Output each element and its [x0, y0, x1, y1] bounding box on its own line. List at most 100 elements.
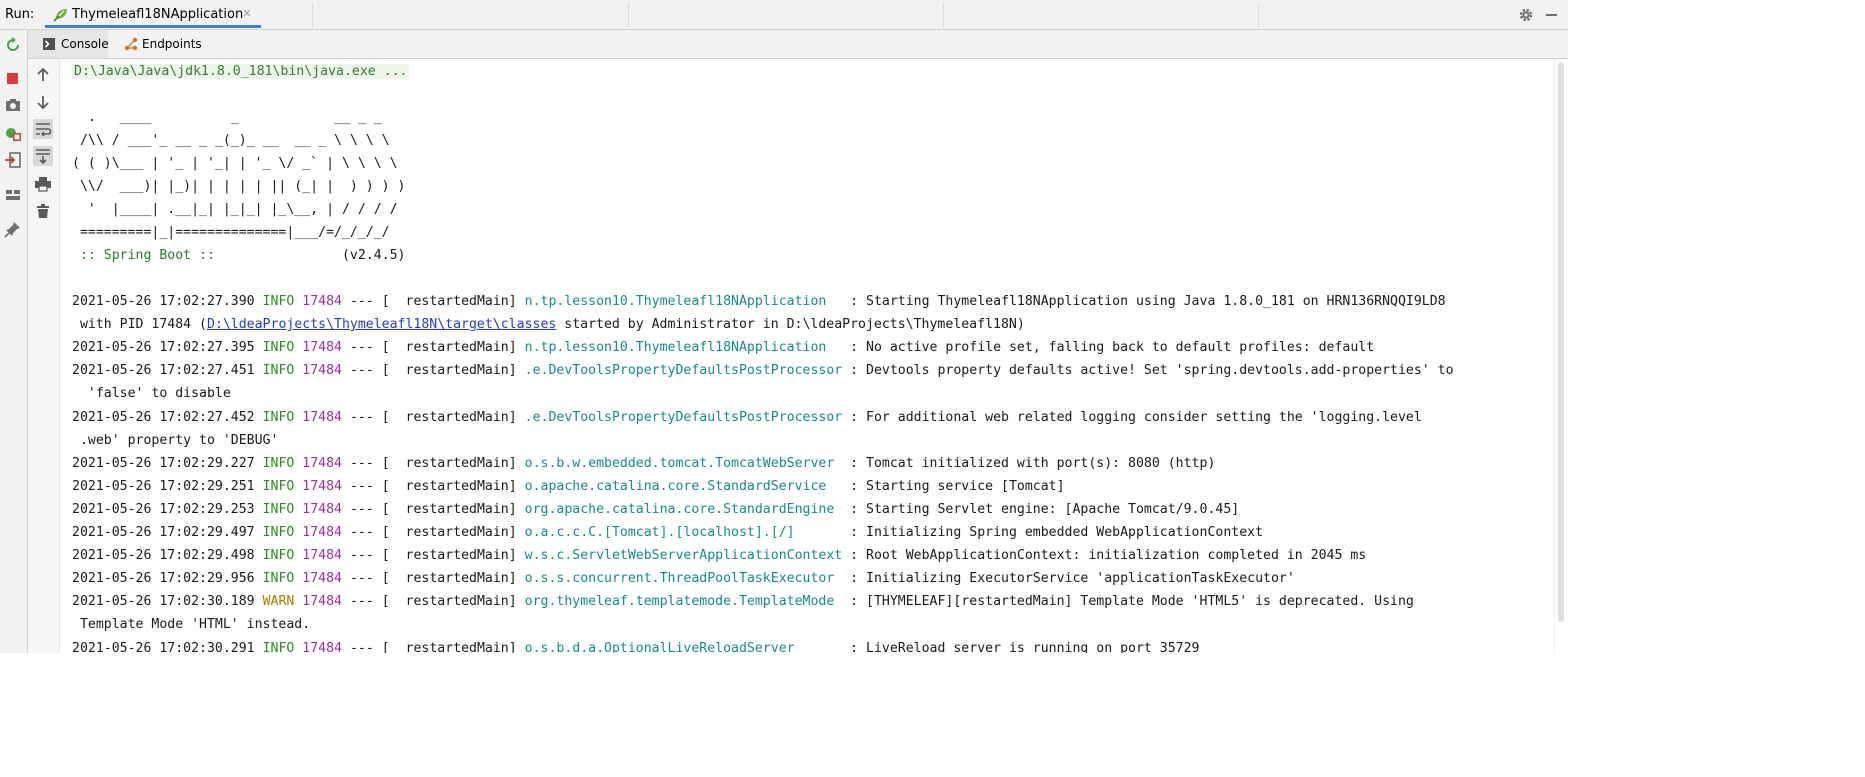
divider — [628, 3, 629, 27]
log-level: WARN — [262, 594, 295, 610]
spring-boot-icon — [53, 9, 67, 22]
log-timestamp: 2021-05-26 17:02:29.227 — [72, 455, 255, 471]
log-logger: o.a.c.c.C.[Tomcat].[localhost].[/] — [524, 525, 843, 540]
log-message: : [THYMELEAF][restartedMain] Template Mo… — [842, 594, 1414, 610]
log-logger: o.apache.catalina.core.StandardService — [524, 478, 843, 494]
log-thread: --- [ restartedMain] — [342, 501, 525, 517]
log-logger: .e.DevToolsPropertyDefaultsPostProcessor — [524, 363, 843, 379]
banner-line: . ____ _ __ _ _ — [72, 110, 382, 125]
log-level: INFO — [262, 455, 295, 471]
tab-endpoints-label: Endpoints — [142, 37, 202, 51]
console-tab-bar: Console Endpoints — [28, 30, 1568, 59]
log-pid: 17484 — [302, 501, 342, 517]
log-thread: --- [ restartedMain] — [342, 548, 525, 564]
classpath-link[interactable]: D:\ldeaProjects\Thymeleafl18N\target\cla… — [207, 317, 556, 332]
divider — [943, 3, 944, 27]
log-message: : LiveReload server is running on port 3… — [842, 640, 1200, 654]
print-icon[interactable] — [33, 174, 53, 194]
log-timestamp: 2021-05-26 17:02:30.189 — [72, 594, 255, 610]
pin-icon[interactable] — [4, 220, 22, 238]
log-line: 2021-05-26 17:02:29.956 INFO 17484 --- [… — [72, 570, 1295, 587]
log-pid: 17484 — [302, 594, 342, 610]
log-thread: --- [ restartedMain] — [342, 294, 525, 309]
run-config-tab[interactable]: Thymeleafl18NApplication × — [45, 0, 261, 28]
screenshot-icon[interactable] — [4, 96, 22, 114]
log-timestamp: 2021-05-26 17:02:29.253 — [72, 501, 255, 517]
tab-console[interactable]: Console — [28, 30, 109, 58]
run-label: Run: — [5, 7, 35, 22]
close-icon[interactable]: × — [242, 6, 252, 20]
log-message: : Starting Thymeleafl18NApplication usin… — [842, 294, 1446, 309]
log-level: INFO — [262, 478, 295, 494]
console-toolbar — [28, 59, 60, 653]
rerun-icon[interactable] — [4, 36, 22, 54]
spring-boot-version-line: :: Spring Boot :: (v2.4.5) — [72, 247, 406, 264]
log-line: 2021-05-26 17:02:27.390 INFO 17484 --- [… — [72, 293, 1446, 310]
log-pid: 17484 — [302, 478, 342, 494]
scroll-to-end-icon[interactable] — [33, 146, 53, 166]
log-continuation-text: .web' property to 'DEBUG' — [72, 432, 279, 448]
stop-icon[interactable] — [4, 70, 22, 88]
log-timestamp: 2021-05-26 17:02:27.390 — [72, 294, 255, 309]
gear-icon[interactable] — [1518, 7, 1534, 23]
log-thread: --- [ restartedMain] — [342, 571, 525, 587]
trash-icon[interactable] — [33, 201, 53, 221]
layout-icon[interactable] — [4, 186, 22, 204]
soft-wrap-icon[interactable] — [33, 119, 53, 139]
log-message: : Initializing Spring embedded WebApplic… — [842, 525, 1264, 540]
run-tool-window-header: Run: Thymeleafl18NApplication × — [0, 0, 1568, 30]
log-pid: 17484 — [302, 363, 342, 379]
log-timestamp: 2021-05-26 17:02:29.498 — [72, 548, 255, 564]
log-level: INFO — [262, 409, 295, 425]
log-pid: 17484 — [302, 455, 342, 471]
java-command[interactable]: D:\Java\Java\jdk1.8.0_181\bin\java.exe .… — [72, 64, 410, 79]
log-timestamp: 2021-05-26 17:02:30.291 — [72, 640, 255, 654]
log-level: INFO — [262, 525, 295, 540]
log-thread: --- [ restartedMain] — [342, 363, 525, 379]
run-actions-toolbar — [0, 30, 28, 653]
log-level: INFO — [262, 294, 295, 309]
banner-line: \\/ ___)| |_)| | | | | || (_| | ) ) ) ) — [72, 179, 406, 194]
log-thread: --- [ restartedMain] — [342, 340, 525, 356]
down-arrow-icon[interactable] — [33, 92, 53, 112]
log-continuation-line: Template Mode 'HTML' instead. — [72, 616, 310, 633]
log-timestamp: 2021-05-26 17:02:29.497 — [72, 525, 255, 540]
log-line: 2021-05-26 17:02:29.251 INFO 17484 --- [… — [72, 478, 1065, 495]
log-logger: .e.DevToolsPropertyDefaultsPostProcessor — [524, 409, 843, 425]
log-continuation-line: 'false' to disable — [72, 385, 231, 402]
log-logger: n.tp.lesson10.Thymeleafl18NApplication — [524, 340, 843, 356]
tab-endpoints[interactable]: Endpoints — [110, 30, 206, 58]
java-command-line: D:\Java\Java\jdk1.8.0_181\bin\java.exe .… — [72, 63, 410, 80]
run-config-tab-label: Thymeleafl18NApplication — [72, 7, 244, 22]
log-thread: --- [ restartedMain] — [342, 478, 525, 494]
up-arrow-icon[interactable] — [33, 65, 53, 85]
log-level: INFO — [262, 340, 295, 356]
log-thread: --- [ restartedMain] — [342, 640, 525, 654]
log-logger: org.thymeleaf.templatemode.TemplateMode — [524, 594, 843, 610]
log-level: INFO — [262, 501, 295, 517]
log-continuation-line: with PID 17484 (D:\ldeaProjects\Thymelea… — [72, 316, 1025, 333]
minimize-icon[interactable] — [1546, 14, 1557, 16]
exit-icon[interactable] — [4, 151, 22, 169]
log-line: 2021-05-26 17:02:29.497 INFO 17484 --- [… — [72, 524, 1263, 541]
log-level: INFO — [262, 548, 295, 564]
log-line: 2021-05-26 17:02:30.189 WARN 17484 --- [… — [72, 593, 1414, 610]
log-line: 2021-05-26 17:02:27.395 INFO 17484 --- [… — [72, 339, 1374, 356]
log-logger: w.s.c.ServletWebServerApplicationContext — [524, 548, 843, 564]
log-thread: --- [ restartedMain] — [342, 409, 525, 425]
banner-line: =========|_|==============|___/=/_/_/_/ — [72, 225, 390, 240]
debug-icon[interactable] — [4, 124, 22, 142]
log-thread: --- [ restartedMain] — [342, 525, 525, 540]
log-timestamp: 2021-05-26 17:02:27.395 — [72, 340, 255, 356]
console-output[interactable]: D:\Java\Java\jdk1.8.0_181\bin\java.exe .… — [60, 59, 1554, 653]
tab-console-label: Console — [61, 37, 109, 51]
log-timestamp: 2021-05-26 17:02:29.956 — [72, 571, 255, 587]
log-thread: --- [ restartedMain] — [342, 594, 525, 610]
log-line: 2021-05-26 17:02:27.451 INFO 17484 --- [… — [72, 362, 1454, 379]
endpoints-icon — [124, 37, 138, 51]
scrollbar-thumb[interactable] — [1558, 62, 1564, 622]
log-pid: 17484 — [302, 640, 342, 654]
log-logger: o.s.s.concurrent.ThreadPoolTaskExecutor — [524, 571, 843, 587]
log-pid: 17484 — [302, 340, 342, 356]
log-line: 2021-05-26 17:02:29.227 INFO 17484 --- [… — [72, 455, 1215, 472]
